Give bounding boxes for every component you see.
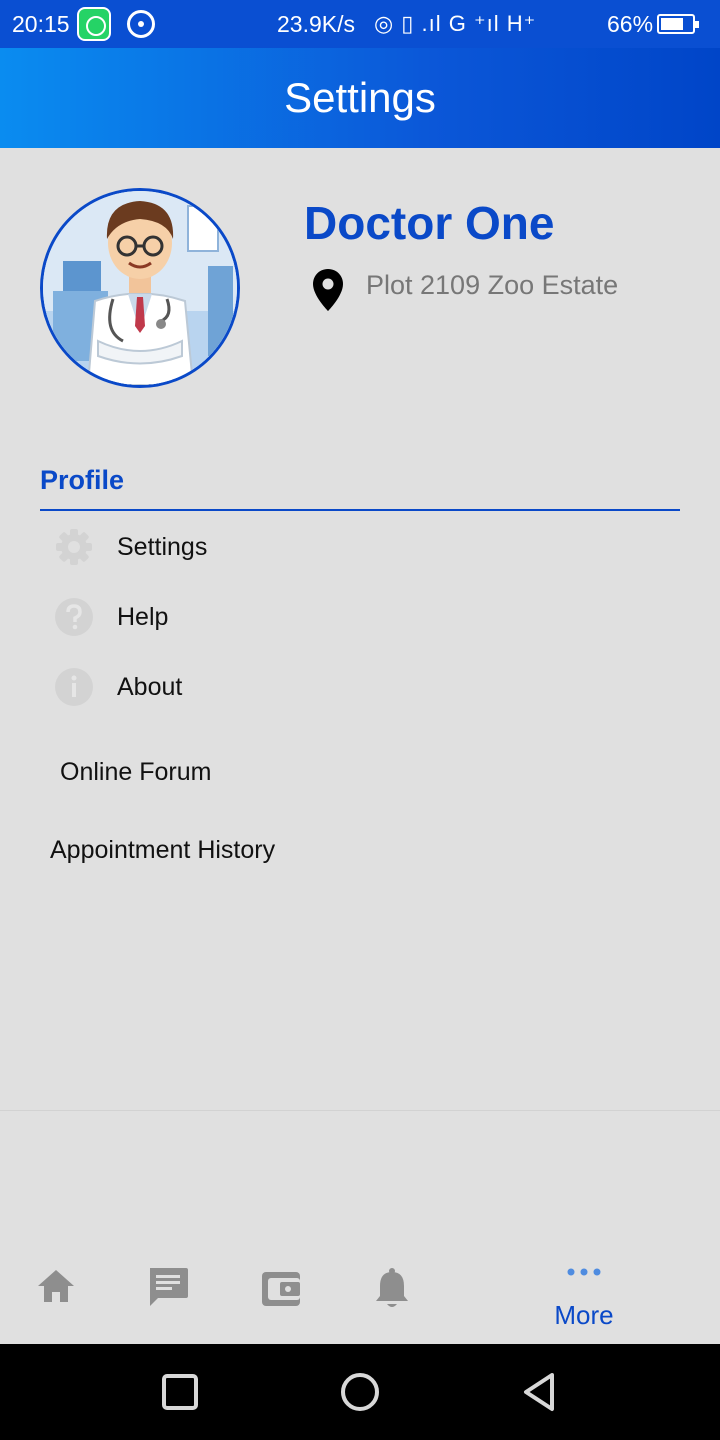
more-icon xyxy=(567,1268,601,1276)
status-time: 20:15 xyxy=(12,11,70,37)
page-title: Settings xyxy=(284,74,436,121)
home-button-icon[interactable] xyxy=(338,1370,382,1414)
status-bar: 20:15 23.9K/s ◎ ▯ .ıl G ⁺ıl H⁺ 66% xyxy=(0,0,720,48)
profile-address: Plot 2109 Zoo Estate xyxy=(366,270,619,300)
record-icon xyxy=(127,10,155,38)
menu-item-label: About xyxy=(117,673,183,701)
network-speed: 23.9K/s xyxy=(277,11,355,37)
profile-name: Doctor One xyxy=(304,197,555,249)
divider xyxy=(0,1110,720,1111)
back-icon[interactable] xyxy=(518,1370,562,1414)
whatsapp-icon xyxy=(77,7,111,41)
system-navigation-bar xyxy=(0,1344,720,1440)
info-icon xyxy=(55,668,93,706)
avatar[interactable] xyxy=(40,188,240,388)
recent-apps-icon[interactable] xyxy=(158,1370,202,1414)
menu-item-settings[interactable]: Settings xyxy=(40,517,680,577)
battery-percent: 66% xyxy=(607,11,654,37)
home-icon xyxy=(38,1270,74,1302)
nav-wallet[interactable] xyxy=(242,1240,318,1344)
nav-more-label: More xyxy=(554,1300,614,1330)
appointment-history-link[interactable]: Appointment History xyxy=(50,836,275,865)
app-bar: Settings xyxy=(0,48,720,148)
battery-icon xyxy=(657,14,699,34)
signal-icons: ◎ ▯ .ıl G ⁺ıl H⁺ xyxy=(374,11,537,36)
section-title-profile: Profile xyxy=(40,465,125,495)
menu-item-label: Settings xyxy=(117,533,208,561)
nav-home[interactable] xyxy=(20,1240,92,1344)
gear-icon xyxy=(56,529,92,565)
wallet-icon xyxy=(262,1272,300,1306)
doctor-avatar-illustration xyxy=(43,191,237,385)
location-pin-icon xyxy=(313,269,343,311)
help-icon xyxy=(55,598,93,636)
bell-icon xyxy=(376,1268,408,1307)
nav-more[interactable]: More xyxy=(524,1240,644,1344)
nav-messages[interactable] xyxy=(130,1240,206,1344)
menu-item-about[interactable]: About xyxy=(40,657,680,717)
nav-notifications[interactable] xyxy=(354,1240,430,1344)
menu-item-help[interactable]: Help xyxy=(40,587,680,647)
online-forum-link[interactable]: Online Forum xyxy=(60,758,211,787)
section-divider xyxy=(40,509,680,511)
menu-item-label: Help xyxy=(117,603,169,631)
chat-icon xyxy=(150,1268,188,1306)
bottom-navigation: More xyxy=(0,1240,720,1344)
